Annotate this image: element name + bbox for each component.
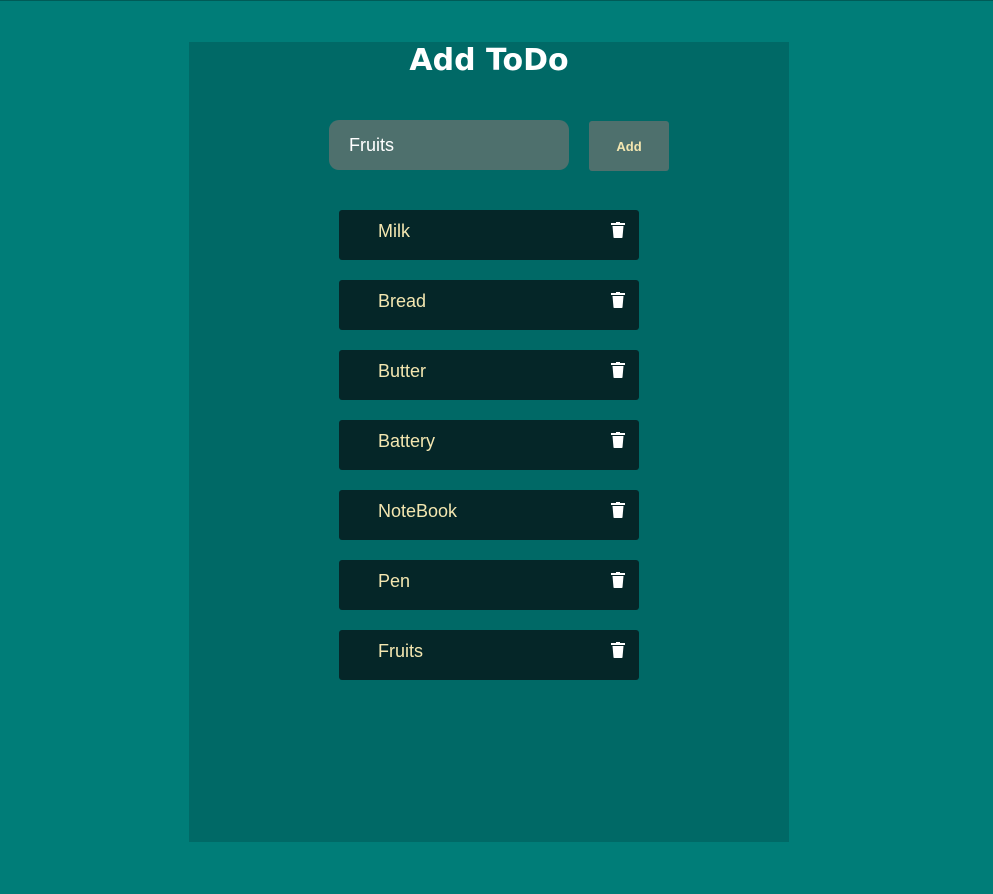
todo-item: Battery xyxy=(339,420,639,470)
todo-item: Milk xyxy=(339,210,639,260)
todo-item-text: NoteBook xyxy=(378,501,458,521)
page: Add ToDo Add Milk Bread Butter xyxy=(0,0,993,894)
todo-input[interactable] xyxy=(329,120,569,170)
todo-item-text: Bread xyxy=(378,291,427,311)
todo-item-text: Fruits xyxy=(378,641,423,661)
todo-item-text: Pen xyxy=(378,571,411,591)
page-title: Add ToDo xyxy=(409,43,569,78)
add-button[interactable]: Add xyxy=(589,121,669,171)
trash-icon[interactable] xyxy=(611,432,625,448)
trash-icon[interactable] xyxy=(611,292,625,308)
todo-item-text: Battery xyxy=(378,431,436,451)
todo-item: Fruits xyxy=(339,630,639,680)
trash-icon[interactable] xyxy=(611,222,625,238)
todo-item: Pen xyxy=(339,560,639,610)
todo-item: NoteBook xyxy=(339,490,639,540)
todo-item: Bread xyxy=(339,280,639,330)
todo-item-text: Butter xyxy=(378,361,427,381)
todo-item-text: Milk xyxy=(378,221,410,241)
trash-icon[interactable] xyxy=(611,642,625,658)
trash-icon[interactable] xyxy=(611,572,625,588)
todo-item: Butter xyxy=(339,350,639,400)
trash-icon[interactable] xyxy=(611,362,625,378)
todo-panel: Add ToDo Add Milk Bread Butter xyxy=(189,42,789,842)
todo-list: Milk Bread Butter Battery NoteBook Pen F… xyxy=(339,210,639,700)
trash-icon[interactable] xyxy=(611,502,625,518)
